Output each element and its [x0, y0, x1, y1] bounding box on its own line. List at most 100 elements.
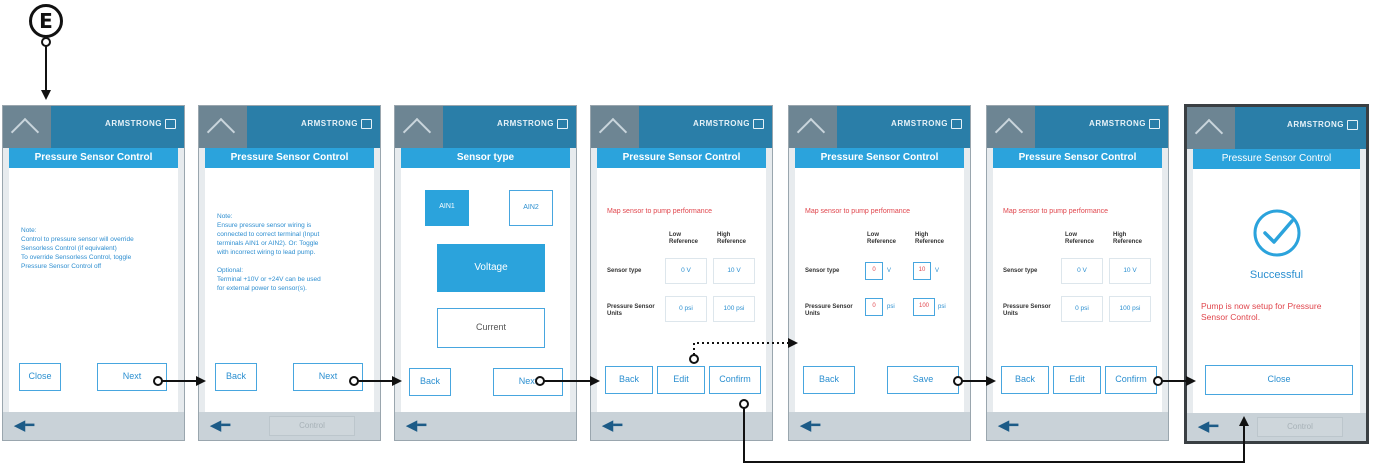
step-e-marker: E [29, 4, 63, 38]
back-arrow-icon[interactable]: ◀━ [205, 416, 235, 436]
low-reference-header: Low Reference [1065, 232, 1095, 245]
top-bar: ARMSTRONG [1187, 107, 1366, 149]
bottom-bar: ◀━ [3, 412, 184, 440]
content-panel: Map sensor to pump performance Low Refer… [795, 168, 964, 414]
back-arrow-icon[interactable]: ◀━ [9, 416, 39, 436]
back-arrow-icon[interactable]: ◀━ [993, 416, 1023, 436]
home-icon[interactable] [591, 106, 639, 148]
back-button[interactable]: Back [803, 366, 855, 394]
low-reference-header: Low Reference [867, 232, 897, 245]
back-arrow-icon[interactable]: ◀━ [401, 416, 431, 436]
low-input[interactable]: 0 [865, 298, 883, 316]
unit-label: V [935, 268, 940, 274]
home-icon[interactable] [789, 106, 837, 148]
low-reference-header: Low Reference [669, 232, 699, 245]
home-icon[interactable] [1187, 107, 1235, 149]
back-button[interactable]: Back [1001, 366, 1049, 394]
top-bar: ARMSTRONG [395, 106, 576, 148]
screen-2: ARMSTRONG Pressure Sensor Control Note: … [198, 105, 381, 441]
confirm-button[interactable]: Confirm [709, 366, 761, 394]
top-bar: ARMSTRONG [3, 106, 184, 148]
confirm-button[interactable]: Confirm [1105, 366, 1157, 394]
high-reference-header: High Reference [1113, 232, 1143, 245]
unit-label: psi [938, 304, 946, 310]
row-label: Pressure Sensor Units [1003, 304, 1051, 317]
bottom-bar: ◀━ [789, 412, 970, 440]
screen-title: Pressure Sensor Control [795, 148, 964, 168]
screen-5: ARMSTRONG Pressure Sensor Control Map se… [788, 105, 971, 441]
map-heading: Map sensor to pump performance [1003, 208, 1109, 215]
low-input[interactable]: 0 [865, 262, 883, 280]
screen-title: Pressure Sensor Control [1193, 149, 1360, 169]
low-value: 0 V [665, 258, 707, 284]
next-button[interactable]: Next [293, 363, 363, 391]
row-label: Sensor type [1003, 268, 1038, 274]
high-value: 10 V [1109, 258, 1151, 284]
ain1-tab[interactable]: AIN1 [425, 190, 469, 226]
next-button[interactable]: Next [97, 363, 167, 391]
back-arrow-icon[interactable]: ◀━ [1193, 417, 1223, 437]
high-reference-header: High Reference [915, 232, 945, 245]
top-bar: ARMSTRONG [987, 106, 1168, 148]
row-label: Sensor type [805, 268, 840, 274]
top-bar: ARMSTRONG [591, 106, 772, 148]
bottom-bar: ◀━ Control [1187, 413, 1366, 441]
back-arrow-icon[interactable]: ◀━ [795, 416, 825, 436]
row-label: Pressure Sensor Units [607, 304, 655, 317]
close-button[interactable]: Close [19, 363, 61, 391]
edit-button[interactable]: Edit [1053, 366, 1101, 394]
content-panel: Note: Control to pressure sensor will ov… [9, 168, 178, 414]
brand-logo: ARMSTRONG [891, 119, 962, 129]
note-text: Note: Ensure pressure sensor wiring is c… [217, 213, 321, 292]
row-label: Pressure Sensor Units [805, 304, 853, 317]
bottom-bar: ◀━ [987, 412, 1168, 440]
high-value: 100 psi [713, 296, 755, 322]
brand-logo: ARMSTRONG [1089, 119, 1160, 129]
high-input[interactable]: 10 [913, 262, 931, 280]
ain2-tab[interactable]: AIN2 [509, 190, 553, 226]
home-icon[interactable] [987, 106, 1035, 148]
high-reference-header: High Reference [717, 232, 747, 245]
brand-logo: ARMSTRONG [301, 119, 372, 129]
screen-6: ARMSTRONG Pressure Sensor Control Map se… [986, 105, 1169, 441]
current-option[interactable]: Current [437, 308, 545, 348]
brand-logo: ARMSTRONG [497, 119, 568, 129]
control-button[interactable]: Control [1257, 417, 1343, 437]
bottom-bar: ◀━ Control [199, 412, 380, 440]
screen-title: Pressure Sensor Control [597, 148, 766, 168]
screen-1: ARMSTRONG Pressure Sensor Control Note: … [2, 105, 185, 441]
screen-title: Sensor type [401, 148, 570, 168]
unit-label: V [887, 268, 892, 274]
back-button[interactable]: Back [215, 363, 257, 391]
success-check-icon [1245, 201, 1309, 265]
voltage-option[interactable]: Voltage [437, 244, 545, 292]
bottom-bar: ◀━ [395, 412, 576, 440]
brand-logo: ARMSTRONG [105, 119, 176, 129]
low-value: 0 psi [665, 296, 707, 322]
close-button[interactable]: Close [1205, 365, 1353, 395]
back-arrow-icon[interactable]: ◀━ [597, 416, 627, 436]
map-heading: Map sensor to pump performance [607, 208, 713, 215]
low-value: 0 psi [1061, 296, 1103, 322]
low-value: 0 V [1061, 258, 1103, 284]
row-label: Sensor type [607, 268, 642, 274]
back-button[interactable]: Back [605, 366, 653, 394]
high-input[interactable]: 100 [913, 298, 935, 316]
success-message: Pump is now setup for Pressure Sensor Co… [1201, 301, 1322, 322]
home-icon[interactable] [3, 106, 51, 148]
home-icon[interactable] [199, 106, 247, 148]
back-button[interactable]: Back [409, 368, 451, 396]
control-button[interactable]: Control [269, 416, 355, 436]
top-bar: ARMSTRONG [789, 106, 970, 148]
screen-4: ARMSTRONG Pressure Sensor Control Map se… [590, 105, 773, 441]
screen-title: Pressure Sensor Control [993, 148, 1162, 168]
content-panel: Map sensor to pump performance Low Refer… [993, 168, 1162, 414]
success-label: Successful [1249, 269, 1304, 281]
save-button[interactable]: Save [887, 366, 959, 394]
high-value: 100 psi [1109, 296, 1151, 322]
next-button[interactable]: Next [493, 368, 563, 396]
home-icon[interactable] [395, 106, 443, 148]
brand-logo: ARMSTRONG [693, 119, 764, 129]
edit-button[interactable]: Edit [657, 366, 705, 394]
unit-label: psi [887, 304, 895, 310]
